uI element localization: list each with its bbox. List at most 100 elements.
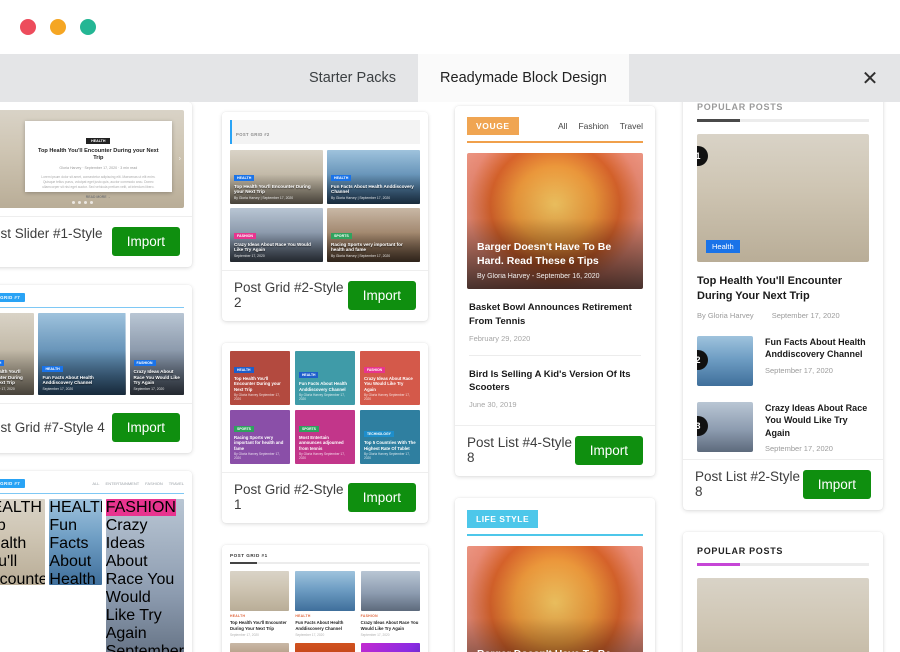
card-title: Post List #2-Style 8 bbox=[695, 469, 801, 500]
hero-tag: Health bbox=[706, 240, 740, 253]
window-titlebar bbox=[0, 0, 900, 54]
tile[interactable]: HEALTH Top Health You'll Encounter Durin… bbox=[230, 150, 323, 204]
slider-pagination-dots[interactable] bbox=[0, 201, 184, 204]
widget-rule bbox=[0, 493, 184, 494]
tile-label: HEALTH bbox=[234, 174, 255, 181]
tile-title: Crazy Ideas About Race You Would Like Tr… bbox=[360, 620, 419, 631]
tile[interactable]: HEALTH Fun Facts About Health Anddiscove… bbox=[327, 150, 420, 204]
tile-title: Fun Facts About Health Anddiscovery Chan… bbox=[331, 183, 414, 195]
tile[interactable]: FASHION Crazy Ideas About Race You Would… bbox=[359, 351, 420, 405]
tile-label: SPORTS bbox=[331, 232, 352, 239]
hero-date: September 17, 2020 bbox=[771, 310, 840, 320]
menu-item[interactable]: Entertainment bbox=[106, 481, 140, 486]
tile[interactable]: TECHNOLOGY Top 5 Countries With The High… bbox=[359, 410, 420, 464]
close-window-dot[interactable] bbox=[20, 19, 36, 35]
list-item-thumbnail: 3 bbox=[697, 401, 753, 452]
list-item[interactable]: 2 Fun Facts About Health Anddiscovery Ch… bbox=[697, 335, 869, 386]
template-card-post-grid-2-style-2[interactable]: POST GRID #2 HEALTH Top Health You'll En… bbox=[222, 112, 428, 321]
tile[interactable]: HEALTH Top Health You'll Encounter Durin… bbox=[230, 571, 290, 637]
maximize-window-dot[interactable] bbox=[80, 19, 96, 35]
close-modal-button[interactable]: ✕ bbox=[840, 54, 900, 102]
widget-chip: POST GRID #2 bbox=[236, 132, 270, 137]
import-button[interactable]: Import bbox=[347, 280, 416, 310]
card-footer: Post Grid #7-Style 4 Import bbox=[0, 403, 192, 453]
nav-item-fashion[interactable]: Fashion bbox=[578, 121, 608, 131]
template-card-post-slider-1-style-1[interactable]: ‹ › HEALTH Top Health You'll Encounter D… bbox=[0, 102, 192, 267]
tile[interactable]: SPORTS Racing Sports Very Important For … bbox=[230, 643, 290, 652]
list-item[interactable]: Bird Is Selling A Kid's Version Of Its S… bbox=[469, 356, 641, 422]
import-button[interactable]: Import bbox=[802, 469, 871, 499]
tile-title: Fun Facts About Health Anddiscovery Chan… bbox=[49, 517, 96, 585]
template-card-partial-life-style[interactable]: LIFE STYLE Barger Doesn't Have To Be Har… bbox=[455, 498, 655, 652]
nav-item-travel[interactable]: Travel bbox=[620, 121, 643, 131]
tile-meta: September 17, 2020 bbox=[105, 643, 184, 652]
card-preview: POST GRID #7 HEALTH Top Health You'll En… bbox=[0, 285, 192, 403]
tile[interactable]: FASHION Crazy Ideas About Race You Would… bbox=[105, 499, 184, 652]
tile[interactable]: HEALTH Fun Facts About Health Anddiscove… bbox=[49, 499, 102, 585]
close-icon: ✕ bbox=[861, 66, 879, 90]
hero-post[interactable] bbox=[697, 578, 869, 652]
template-card-partial-post-grid-1[interactable]: POST GRID #1 HEALTH Top Health You'll En… bbox=[222, 545, 428, 652]
tile[interactable]: HEALTH Fun Facts About Health Anddiscove… bbox=[38, 313, 126, 395]
card-title: Post List #4-Style 8 bbox=[467, 435, 573, 466]
tile-stack: FASHION Crazy Ideas About Race You Would… bbox=[105, 499, 184, 652]
tile[interactable]: HEALTH Top Health You'll Encounter Durin… bbox=[230, 351, 290, 405]
template-card-post-grid-7-style-4[interactable]: POST GRID #7 HEALTH Top Health You'll En… bbox=[0, 285, 192, 453]
menu-item[interactable]: Fashion bbox=[145, 481, 163, 486]
list-item[interactable]: Basket Bowl Announces Retirement From Te… bbox=[469, 289, 641, 356]
tile-title: Crazy Ideas About Race You Would Like Tr… bbox=[234, 241, 311, 253]
tile[interactable]: HEALTH Fun Facts About Health Anddiscove… bbox=[294, 351, 355, 405]
tile[interactable]: FASHION Crazy Ideas About Race You Would… bbox=[129, 313, 184, 395]
tile-title: Top Health You'll Encounter During your … bbox=[0, 517, 46, 585]
widget-chip: POST GRID #7 bbox=[0, 479, 26, 488]
import-button[interactable]: Import bbox=[111, 226, 180, 256]
tab-readymade-block-design-label: Readymade Block Design bbox=[440, 70, 607, 86]
tile[interactable]: SPORTS Racing Sports very important for … bbox=[327, 208, 420, 262]
minimize-window-dot[interactable] bbox=[50, 19, 66, 35]
widget-nav[interactable]: All Fashion Travel bbox=[558, 121, 643, 131]
tile-label: FASHION bbox=[234, 232, 256, 239]
import-button[interactable]: Import bbox=[111, 413, 180, 442]
tile[interactable]: HEALTH Top Health You'll Encounter Durin… bbox=[0, 499, 46, 585]
widget-header: VOUGE All Fashion Travel bbox=[467, 117, 643, 143]
hero-title: Barger Doesn't Have To Be Hard. Read The… bbox=[477, 647, 633, 652]
widget-menu[interactable]: All Entertainment Fashion Travel bbox=[92, 481, 184, 486]
hero-post[interactable]: 1 Health bbox=[697, 134, 869, 262]
rank-badge: 1 bbox=[697, 146, 708, 166]
tile-row: HEALTH Top Health You'll Encounter Durin… bbox=[230, 571, 420, 637]
card-title: Post Grid #2-Style 2 bbox=[234, 280, 344, 310]
tab-readymade-block-design[interactable]: Readymade Block Design bbox=[418, 54, 629, 102]
card-footer: Post List #4-Style 8 Import bbox=[455, 425, 655, 476]
tile[interactable]: SPORTS Most Entertain announces adjourne… bbox=[294, 410, 355, 464]
tile-title: Fun Facts About Health Anddiscovery Chan… bbox=[298, 381, 348, 392]
tile[interactable]: SPORTS Racing Sports very important for … bbox=[230, 410, 290, 464]
tile-grid: HEALTH Top Health You'll Encounter Durin… bbox=[230, 351, 420, 464]
import-button[interactable]: Import bbox=[574, 435, 643, 465]
tile-title: Crazy Ideas About Race You Would Like Tr… bbox=[363, 375, 413, 392]
slider-read-more-link[interactable]: READ MORE → bbox=[35, 195, 162, 199]
card-footer: Post List #2-Style 8 Import bbox=[683, 459, 883, 510]
menu-item[interactable]: Travel bbox=[169, 481, 184, 486]
template-card-post-grid-7-style-3[interactable]: POST GRID #7 All Entertainment Fashion T… bbox=[0, 471, 192, 652]
template-card-post-grid-2-style-1[interactable]: HEALTH Top Health You'll Encounter Durin… bbox=[222, 343, 428, 523]
hero-post[interactable]: Barger Doesn't Have To Be Hard. Read The… bbox=[467, 546, 643, 652]
tab-starter-packs[interactable]: Starter Packs bbox=[287, 54, 419, 102]
slider-next-icon[interactable]: › bbox=[179, 156, 181, 163]
template-card-post-list-4-style-8[interactable]: VOUGE All Fashion Travel Barger Doesn't … bbox=[455, 106, 655, 477]
list-item[interactable]: 3 Crazy Ideas About Race You Would Like … bbox=[697, 401, 869, 453]
hero-post[interactable]: Barger Doesn't Have To Be Hard. Read The… bbox=[467, 153, 643, 289]
template-card-post-list-2-style-8[interactable]: POPULAR POSTS 1 Health Top Health You'll… bbox=[683, 102, 883, 511]
tile[interactable]: FASHION Crazy Ideas About Race You Would… bbox=[230, 208, 323, 262]
tile[interactable]: HEALTH Fun Facts About Health Anddiscove… bbox=[295, 571, 355, 637]
tile-label: HEALTH bbox=[298, 372, 319, 379]
hero-meta: By Gloria Harvey - September 16, 2020 bbox=[477, 273, 600, 280]
tile[interactable]: HEALTH Top Health You'll Encounter Durin… bbox=[0, 313, 35, 395]
template-card-partial-popular-posts[interactable]: POPULAR POSTS bbox=[683, 532, 883, 652]
tile[interactable]: SPORTS Most Entertain Announces Retireme… bbox=[295, 643, 355, 652]
tile[interactable]: FASHION Crazy Ideas About Race You Would… bbox=[360, 571, 420, 637]
widget-heading: POPULAR POSTS bbox=[697, 102, 784, 112]
menu-item[interactable]: All bbox=[92, 481, 99, 486]
nav-item-all[interactable]: All bbox=[558, 121, 567, 131]
tile[interactable]: TECHNOLOGY Top 5 Countries With The High… bbox=[360, 643, 420, 652]
import-button[interactable]: Import bbox=[347, 482, 416, 512]
